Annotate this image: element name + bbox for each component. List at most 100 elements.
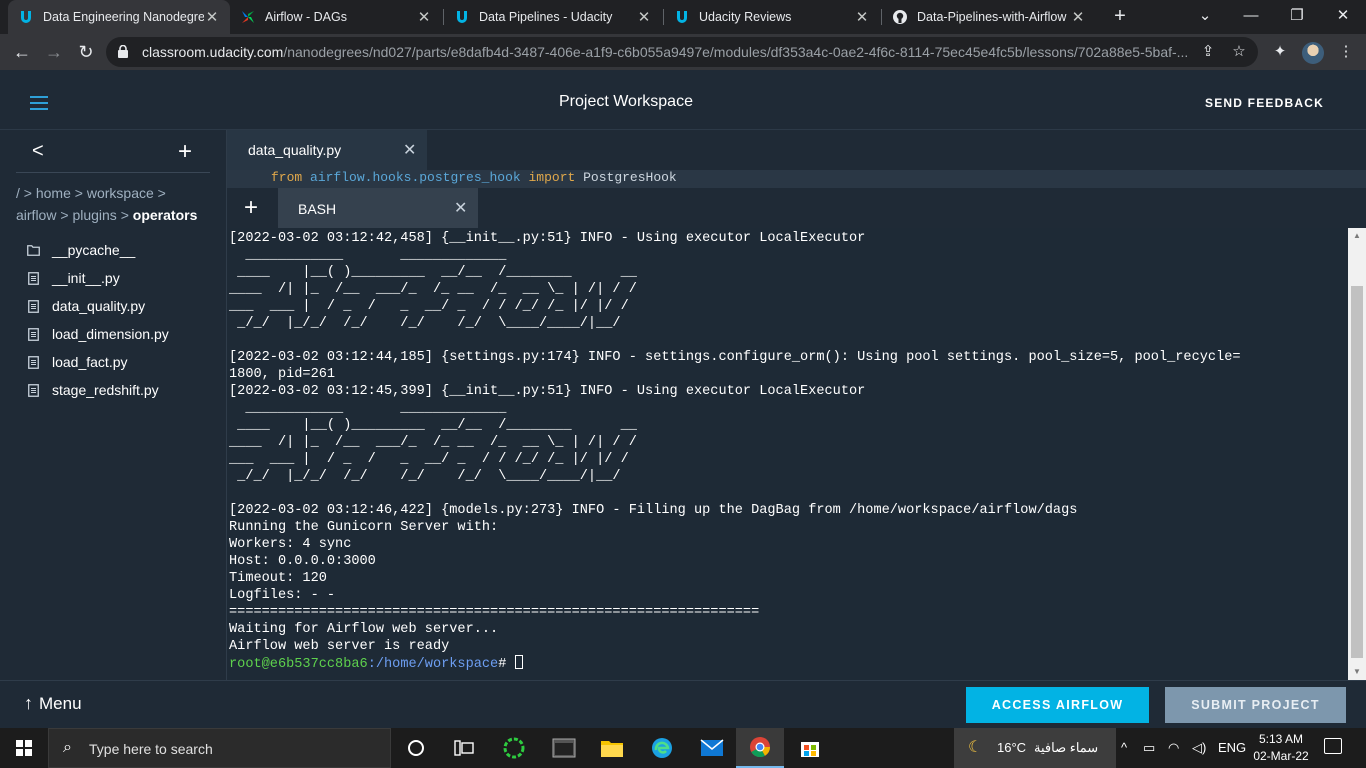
url-path: /nanodegrees/nd027/parts/e8dafb4d-3487-4… (283, 44, 1189, 60)
breadcrumb-root[interactable]: / (16, 185, 20, 201)
edge-browser-icon[interactable] (638, 728, 686, 768)
battery-icon[interactable]: ▭ (1143, 740, 1155, 756)
terminal-prompt[interactable]: root@e6b537cc8ba6:/home/workspace# (229, 655, 1241, 672)
terminal-line: [2022-03-02 03:12:45,399] {__init__.py:5… (229, 384, 866, 399)
file-item-pycache[interactable]: __pycache__ (26, 236, 169, 264)
terminal-line: Running the Gunicorn Server with: (229, 520, 499, 535)
terminal-output[interactable]: [2022-03-02 03:12:42,458] {__init__.py:5… (227, 228, 1348, 680)
wifi-icon[interactable]: ◠ (1168, 740, 1179, 756)
profile-avatar[interactable] (1302, 42, 1324, 64)
restore-button[interactable]: ❐ (1274, 0, 1320, 34)
file-explorer-icon[interactable] (588, 728, 636, 768)
terminal-line: Waiting for Airflow web server... (229, 622, 499, 637)
browser-tab-github[interactable]: Data-Pipelines-with-Airflow ✕ (882, 0, 1096, 34)
breadcrumb-airflow[interactable]: airflow (16, 207, 56, 223)
access-airflow-button[interactable]: ACCESS AIRFLOW (966, 687, 1149, 723)
close-icon[interactable]: ✕ (204, 8, 220, 26)
new-tab-button[interactable]: + (1108, 4, 1132, 28)
submit-project-button[interactable]: SUBMIT PROJECT (1165, 687, 1346, 723)
terminal-line: Host: 0.0.0.0:3000 (229, 554, 376, 569)
close-icon[interactable]: ✕ (1070, 8, 1086, 26)
file-item-init[interactable]: __init__.py (26, 264, 169, 292)
terminal-line: [2022-03-02 03:12:44,185] {settings.py:1… (229, 350, 1241, 365)
back-button[interactable]: ← (8, 38, 36, 66)
close-icon[interactable]: ✕ (454, 198, 467, 218)
weather-widget[interactable]: ☾ 16°C سماء صافية (954, 728, 1116, 768)
task-view-icon[interactable] (440, 728, 488, 768)
file-name: __init__.py (52, 270, 120, 286)
breadcrumb-plugins[interactable]: plugins (72, 207, 116, 223)
url-text: classroom.udacity.com/nanodegrees/nd027/… (142, 44, 1188, 60)
close-icon[interactable]: ✕ (403, 140, 416, 160)
file-item-stage-redshift[interactable]: stage_redshift.py (26, 376, 169, 404)
breadcrumb-separator: > (157, 185, 166, 201)
chevron-up-icon[interactable]: ^ (1121, 740, 1127, 755)
extensions-icon[interactable]: ✦ (1270, 42, 1290, 62)
file-name: __pycache__ (52, 242, 136, 258)
breadcrumb-home[interactable]: home (36, 185, 71, 201)
browser-tab-airflow-dags[interactable]: Airflow - DAGs ✕ (230, 0, 442, 34)
browser-toolbar: ← → ↻ classroom.udacity.com/nanodegrees/… (0, 34, 1366, 70)
prompt-symbol: # (498, 657, 515, 672)
collapse-chevron-icon[interactable]: < (32, 140, 44, 163)
file-item-load-dimension[interactable]: load_dimension.py (26, 320, 169, 348)
notification-icon[interactable] (1324, 738, 1342, 754)
editor-tab-data-quality[interactable]: data_quality.py ✕ (227, 130, 427, 170)
more-menu-icon[interactable]: ⋮ (1336, 42, 1356, 62)
cortana-icon[interactable] (392, 728, 440, 768)
volume-icon[interactable]: ◁) (1192, 740, 1206, 756)
breadcrumb: / > home > workspace > airflow > plugins… (16, 182, 216, 226)
terminal-line: _/_/ |_/_/ /_/ /_/ /_/ \____/____/|__/ (229, 469, 621, 484)
add-terminal-button[interactable]: + (244, 194, 258, 222)
terminal-line: _/_/ |_/_/ /_/ /_/ /_/ \____/____/|__/ (229, 316, 621, 331)
terminal-line: Airflow web server is ready (229, 639, 450, 654)
reload-button[interactable]: ↻ (72, 38, 100, 66)
divider (16, 172, 210, 173)
minimize-button[interactable]: — (1228, 0, 1274, 34)
file-item-load-fact[interactable]: load_fact.py (26, 348, 169, 376)
browser-tab-title: Data-Pipelines-with-Airflow (917, 10, 1067, 24)
url-host: classroom.udacity.com (142, 44, 284, 60)
browser-tab-title: Airflow - DAGs (265, 10, 347, 24)
browser-tab-data-engineering[interactable]: Data Engineering Nanodegree ✕ (8, 0, 230, 34)
bookmark-star-icon[interactable]: ☆ (1230, 43, 1248, 61)
taskbar-search-box[interactable]: ⌕ Type here to search (48, 728, 391, 768)
address-bar[interactable]: classroom.udacity.com/nanodegrees/nd027/… (106, 37, 1258, 67)
windows-start-icon[interactable] (16, 740, 32, 756)
chrome-icon[interactable] (736, 728, 784, 768)
browser-tab-udacity-reviews[interactable]: Udacity Reviews ✕ (664, 0, 880, 34)
scroll-up-arrow-icon[interactable]: ▲ (1348, 228, 1366, 244)
store-icon[interactable] (786, 728, 834, 768)
breadcrumb-workspace[interactable]: workspace (87, 185, 154, 201)
close-icon[interactable]: ✕ (636, 8, 652, 26)
file-item-data-quality[interactable]: data_quality.py (26, 292, 169, 320)
add-file-button[interactable]: + (178, 138, 192, 166)
terminal-tab-label: BASH (298, 201, 337, 217)
breadcrumb-separator: > (74, 185, 83, 201)
close-icon[interactable]: ✕ (854, 8, 870, 26)
browser-tab-data-pipelines[interactable]: Data Pipelines - Udacity ✕ (444, 0, 662, 34)
terminal-scrollbar[interactable]: ▲ ▼ (1348, 228, 1366, 680)
terminal-tab-bash[interactable]: BASH ✕ (278, 188, 478, 228)
forward-button[interactable]: → (40, 38, 68, 66)
scroll-down-arrow-icon[interactable]: ▼ (1348, 664, 1366, 680)
terminal-line: 1800, pid=261 (229, 367, 336, 382)
tab-search-icon[interactable]: ⌄ (1182, 0, 1228, 34)
terminal-line: ___ ___ | / _ / _ __/ _ / / /_/ /_ |/ |/… (229, 299, 629, 314)
close-window-button[interactable]: ✕ (1320, 0, 1366, 34)
share-icon[interactable]: ⇪ (1199, 43, 1217, 61)
code-editor[interactable]: from airflow.hooks.postgres_hook import … (227, 170, 1366, 188)
terminal-tab-bar: + BASH ✕ (227, 188, 1366, 228)
language-indicator[interactable]: ENG (1218, 740, 1246, 755)
app-window-icon[interactable] (540, 728, 588, 768)
file-icon (26, 383, 40, 397)
menu-button[interactable]: ↑ Menu (24, 693, 82, 714)
send-feedback-button[interactable]: SEND FEEDBACK (1205, 96, 1324, 110)
mail-icon[interactable] (688, 728, 736, 768)
close-icon[interactable]: ✕ (416, 8, 432, 26)
app-circle-icon[interactable] (490, 728, 538, 768)
arrow-up-icon: ↑ (24, 693, 33, 713)
system-clock[interactable]: 5:13 AM 02-Mar-22 (1252, 731, 1310, 765)
scrollbar-thumb[interactable] (1351, 286, 1363, 658)
file-name: stage_redshift.py (52, 382, 159, 398)
